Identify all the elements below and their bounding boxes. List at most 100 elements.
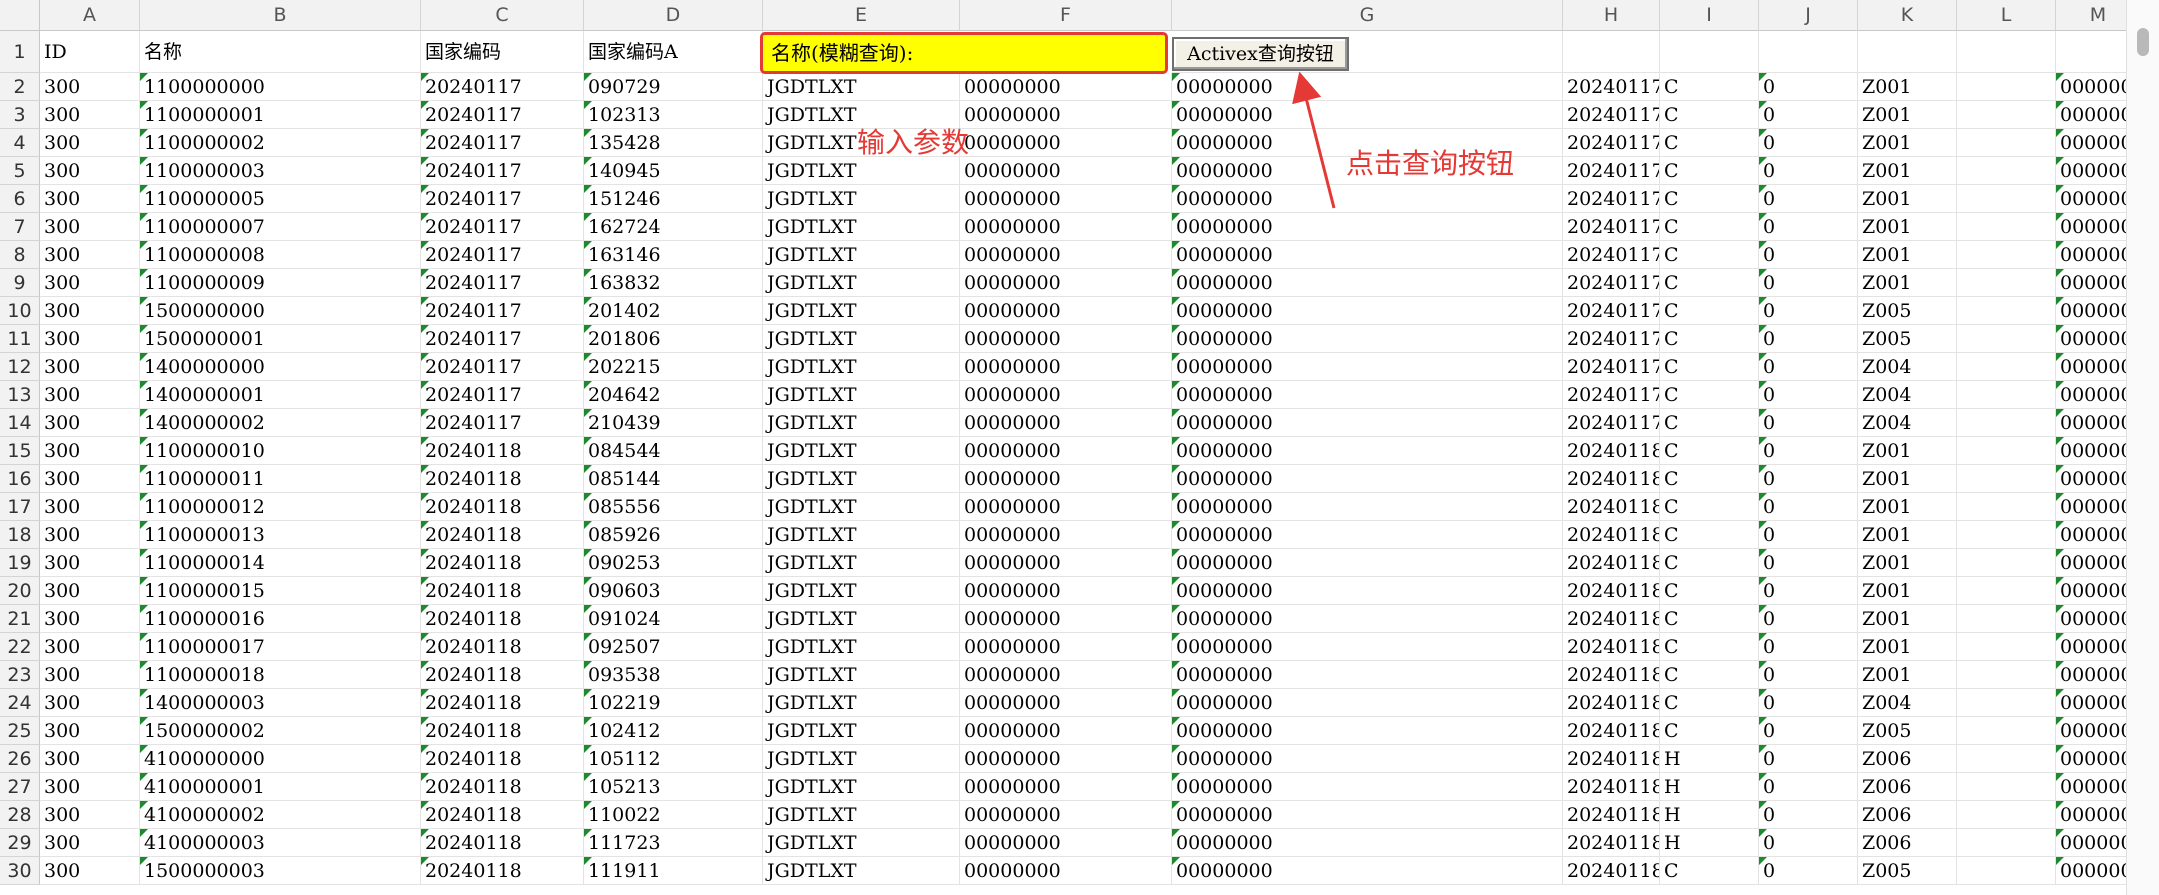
table-cell[interactable]: 300: [40, 717, 140, 745]
table-cell[interactable]: Z001: [1858, 213, 1957, 241]
header-cell[interactable]: ID: [40, 31, 140, 73]
table-cell[interactable]: 00000000: [960, 465, 1172, 493]
table-cell[interactable]: 300: [40, 689, 140, 717]
table-cell[interactable]: 20240118: [421, 577, 584, 605]
table-cell[interactable]: 102313: [584, 101, 763, 129]
table-cell[interactable]: 00000000: [960, 213, 1172, 241]
table-cell[interactable]: 00000000: [1172, 717, 1563, 745]
table-cell[interactable]: JGDTLXT: [763, 493, 960, 521]
table-cell[interactable]: 300: [40, 605, 140, 633]
table-cell[interactable]: 4100000000: [140, 745, 421, 773]
table-cell[interactable]: JGDTLXT: [763, 185, 960, 213]
table-cell[interactable]: 1400000001: [140, 381, 421, 409]
table-cell[interactable]: C: [1660, 717, 1759, 745]
table-cell[interactable]: 084544: [584, 437, 763, 465]
table-cell[interactable]: C: [1660, 325, 1759, 353]
table-cell[interactable]: 0: [1759, 297, 1858, 325]
table-cell[interactable]: Z001: [1858, 577, 1957, 605]
table-cell[interactable]: 1100000007: [140, 213, 421, 241]
row-header-8[interactable]: 8: [0, 241, 40, 269]
header-cell[interactable]: [1660, 31, 1759, 73]
table-cell[interactable]: C: [1660, 269, 1759, 297]
table-cell[interactable]: 00000000: [1172, 409, 1563, 437]
table-cell[interactable]: Z001: [1858, 269, 1957, 297]
table-cell[interactable]: 20240118: [1563, 689, 1660, 717]
column-header-a[interactable]: A: [40, 0, 140, 31]
table-cell[interactable]: 00000000: [960, 101, 1172, 129]
table-cell[interactable]: 20240117: [421, 185, 584, 213]
table-cell[interactable]: 00000000: [960, 381, 1172, 409]
row-header-20[interactable]: 20: [0, 577, 40, 605]
table-cell[interactable]: 092507: [584, 633, 763, 661]
table-cell[interactable]: 085144: [584, 465, 763, 493]
table-cell[interactable]: [1957, 353, 2056, 381]
table-cell[interactable]: JGDTLXT: [763, 549, 960, 577]
table-cell[interactable]: 1100000014: [140, 549, 421, 577]
table-cell[interactable]: 20240118: [1563, 801, 1660, 829]
table-cell[interactable]: C: [1660, 549, 1759, 577]
table-cell[interactable]: JGDTLXT: [763, 717, 960, 745]
table-cell[interactable]: 300: [40, 829, 140, 857]
table-cell[interactable]: 0: [1759, 157, 1858, 185]
table-cell[interactable]: 300: [40, 661, 140, 689]
table-cell[interactable]: 0: [1759, 633, 1858, 661]
table-cell[interactable]: 20240117: [1563, 213, 1660, 241]
table-cell[interactable]: 00000000: [960, 829, 1172, 857]
table-cell[interactable]: Z004: [1858, 689, 1957, 717]
table-cell[interactable]: 300: [40, 101, 140, 129]
table-cell[interactable]: 300: [40, 185, 140, 213]
table-cell[interactable]: [1957, 101, 2056, 129]
column-header-g[interactable]: G: [1172, 0, 1563, 31]
table-cell[interactable]: C: [1660, 605, 1759, 633]
table-cell[interactable]: C: [1660, 297, 1759, 325]
table-cell[interactable]: C: [1660, 353, 1759, 381]
table-cell[interactable]: 20240118: [1563, 465, 1660, 493]
table-cell[interactable]: JGDTLXT: [763, 269, 960, 297]
row-header-5[interactable]: 5: [0, 157, 40, 185]
table-cell[interactable]: 300: [40, 353, 140, 381]
table-cell[interactable]: 00000000: [960, 437, 1172, 465]
table-cell[interactable]: [1957, 521, 2056, 549]
table-cell[interactable]: [1957, 605, 2056, 633]
table-cell[interactable]: 20240117: [1563, 157, 1660, 185]
row-header-28[interactable]: 28: [0, 801, 40, 829]
table-cell[interactable]: 1100000017: [140, 633, 421, 661]
table-cell[interactable]: 102412: [584, 717, 763, 745]
table-cell[interactable]: 00000000: [1172, 325, 1563, 353]
row-header-19[interactable]: 19: [0, 549, 40, 577]
column-header-k[interactable]: K: [1858, 0, 1957, 31]
row-header-15[interactable]: 15: [0, 437, 40, 465]
table-cell[interactable]: 00000000: [1172, 241, 1563, 269]
table-cell[interactable]: 00000000: [1172, 185, 1563, 213]
table-cell[interactable]: Z005: [1858, 325, 1957, 353]
table-cell[interactable]: 00000000: [960, 409, 1172, 437]
table-cell[interactable]: 1100000000: [140, 73, 421, 101]
column-header-b[interactable]: B: [140, 0, 421, 31]
table-cell[interactable]: JGDTLXT: [763, 773, 960, 801]
table-cell[interactable]: 0: [1759, 605, 1858, 633]
table-cell[interactable]: 00000000: [1172, 801, 1563, 829]
table-cell[interactable]: JGDTLXT: [763, 689, 960, 717]
row-header-6[interactable]: 6: [0, 185, 40, 213]
header-cell[interactable]: 名称: [140, 31, 421, 73]
table-cell[interactable]: 300: [40, 633, 140, 661]
table-cell[interactable]: Z001: [1858, 549, 1957, 577]
column-header-h[interactable]: H: [1563, 0, 1660, 31]
table-cell[interactable]: JGDTLXT: [763, 409, 960, 437]
row-header-11[interactable]: 11: [0, 325, 40, 353]
table-cell[interactable]: [1957, 493, 2056, 521]
table-cell[interactable]: [1957, 689, 2056, 717]
table-cell[interactable]: 20240118: [421, 661, 584, 689]
table-cell[interactable]: 300: [40, 437, 140, 465]
table-cell[interactable]: 300: [40, 745, 140, 773]
table-cell[interactable]: 0: [1759, 549, 1858, 577]
table-cell[interactable]: [1957, 269, 2056, 297]
table-cell[interactable]: 20240117: [1563, 73, 1660, 101]
table-cell[interactable]: 20240118: [1563, 745, 1660, 773]
header-cell[interactable]: 国家编码: [421, 31, 584, 73]
table-cell[interactable]: 300: [40, 73, 140, 101]
table-cell[interactable]: 20240118: [421, 857, 584, 885]
table-cell[interactable]: [1957, 409, 2056, 437]
table-cell[interactable]: JGDTLXT: [763, 801, 960, 829]
table-cell[interactable]: Z001: [1858, 521, 1957, 549]
